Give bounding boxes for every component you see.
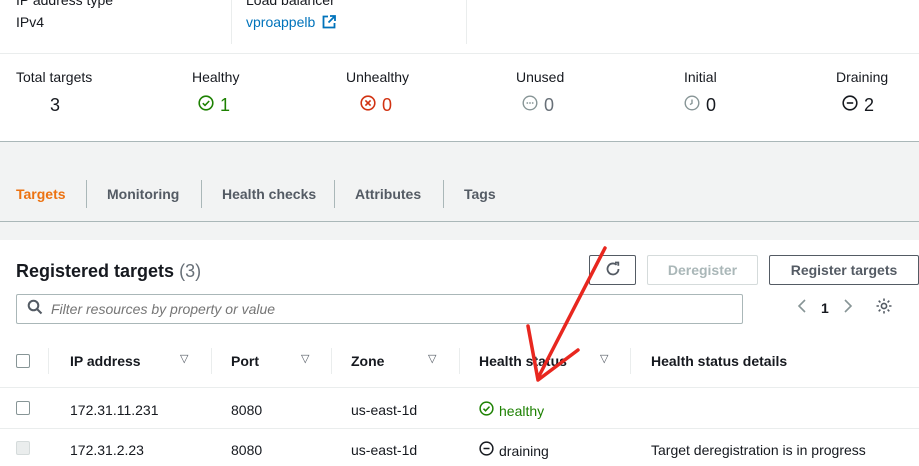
column-header-ip[interactable]: IP address	[70, 352, 141, 370]
sort-icon[interactable]: ▽	[600, 352, 608, 365]
tab-targets[interactable]: Targets	[16, 178, 66, 210]
row-checkbox[interactable]	[16, 441, 30, 455]
stat-unhealthy: Unhealthy 0	[346, 68, 409, 116]
deregister-button[interactable]: Deregister	[647, 255, 758, 285]
cell-port: 8080	[231, 442, 263, 458]
search-icon	[27, 299, 43, 320]
ellipsis-circle-icon	[522, 94, 538, 116]
tab-monitoring[interactable]: Monitoring	[107, 178, 179, 210]
stat-initial: Initial 0	[684, 68, 717, 116]
health-status-text: healthy	[499, 402, 545, 419]
stat-value[interactable]: 0	[382, 94, 392, 116]
stat-value[interactable]: 0	[706, 94, 716, 116]
stat-label: Total targets	[16, 69, 93, 85]
stat-value: 3	[50, 95, 61, 115]
sort-icon[interactable]: ▽	[428, 352, 436, 365]
page-number[interactable]: 1	[821, 300, 829, 316]
health-status-text: draining	[499, 442, 549, 459]
details-divider-2	[466, 0, 467, 44]
column-header-health-details[interactable]: Health status details	[651, 352, 787, 370]
row-checkbox[interactable]	[16, 401, 30, 415]
cell-zone: us-east-1d	[351, 442, 418, 458]
stat-label: Initial	[684, 69, 717, 85]
filter-search[interactable]	[16, 294, 743, 324]
chevron-left-icon[interactable]	[797, 298, 807, 317]
load-balancer-detail: Load balancer vproappelb	[246, 0, 337, 33]
tab-tags[interactable]: Tags	[464, 178, 496, 210]
column-divider	[459, 348, 460, 374]
tab-attributes[interactable]: Attributes	[355, 178, 421, 210]
column-divider	[630, 348, 631, 374]
registered-targets-panel: Registered targets (3) Deregister Regist…	[0, 240, 919, 466]
tab-health-checks[interactable]: Health checks	[222, 178, 316, 210]
tab-divider	[201, 180, 202, 208]
panel-title: Registered targets (3)	[16, 260, 201, 282]
cell-ip: 172.31.2.23	[70, 442, 144, 458]
minus-circle-icon	[479, 441, 494, 460]
stat-value[interactable]: 2	[864, 94, 874, 116]
stat-label: Healthy	[192, 69, 240, 85]
load-balancer-link[interactable]: vproappelb	[246, 14, 315, 30]
register-targets-button[interactable]: Register targets	[769, 255, 919, 285]
sort-icon[interactable]: ▽	[301, 352, 309, 365]
cell-port: 8080	[231, 402, 263, 418]
table-row[interactable]: 172.31.11.231 8080 us-east-1d healthy	[0, 389, 919, 429]
refresh-icon	[604, 260, 622, 281]
panel-title-text: Registered targets	[16, 261, 175, 281]
panel-count: (3)	[179, 261, 202, 281]
ip-type-detail: IP address type IPv4	[16, 0, 113, 31]
table-row[interactable]: 172.31.2.23 8080 us-east-1d draining Tar…	[0, 429, 919, 466]
column-divider	[211, 348, 212, 374]
x-circle-icon	[360, 94, 376, 116]
stat-label: Unused	[516, 69, 565, 85]
tab-divider	[86, 180, 87, 208]
gear-icon[interactable]	[875, 297, 893, 318]
cell-zone: us-east-1d	[351, 402, 418, 418]
stat-unused: Unused 0	[516, 68, 564, 116]
column-divider	[331, 348, 332, 374]
load-balancer-label: Load balancer	[246, 0, 335, 8]
column-header-health-status[interactable]: Health status	[479, 352, 567, 370]
stat-draining: Draining 2	[836, 68, 888, 116]
stat-healthy: Healthy 1	[192, 68, 239, 116]
pagination: 1	[797, 297, 893, 318]
stat-value[interactable]: 0	[544, 94, 554, 116]
stat-label: Unhealthy	[346, 69, 410, 85]
stat-total-targets: Total targets 3	[16, 68, 92, 116]
target-stats: Total targets 3 Healthy 1 Unhealthy 0 Un…	[0, 54, 919, 142]
cell-health-status: healthy	[479, 401, 544, 420]
minus-circle-icon	[842, 94, 858, 116]
table-header: IP address ▽ Port ▽ Zone ▽ Health status…	[0, 336, 919, 388]
ip-type-value: IPv4	[16, 14, 45, 30]
refresh-button[interactable]	[589, 255, 636, 285]
column-header-port[interactable]: Port	[231, 352, 259, 370]
stat-value[interactable]: 1	[220, 94, 230, 116]
tab-divider	[334, 180, 335, 208]
ip-type-label: IP address type	[16, 0, 114, 8]
column-header-zone[interactable]: Zone	[351, 352, 384, 370]
tab-bar: Targets Monitoring Health checks Attribu…	[0, 168, 919, 222]
clock-icon	[684, 94, 700, 116]
stat-label: Draining	[836, 69, 889, 85]
details-divider	[231, 0, 232, 44]
chevron-right-icon[interactable]	[843, 298, 853, 317]
cell-ip: 172.31.11.231	[70, 402, 159, 418]
external-link-icon[interactable]	[322, 15, 337, 33]
search-input[interactable]	[51, 301, 711, 317]
details-section: IP address type IPv4 Load balancer vproa…	[0, 0, 919, 54]
sort-icon[interactable]: ▽	[180, 352, 188, 365]
check-circle-icon	[479, 401, 494, 420]
cell-health-details: Target deregistration is in progress	[651, 442, 866, 458]
cell-health-status: draining	[479, 441, 549, 460]
select-all-checkbox[interactable]	[16, 354, 30, 368]
column-divider	[48, 348, 49, 374]
tab-divider	[443, 180, 444, 208]
check-circle-icon	[198, 94, 214, 116]
